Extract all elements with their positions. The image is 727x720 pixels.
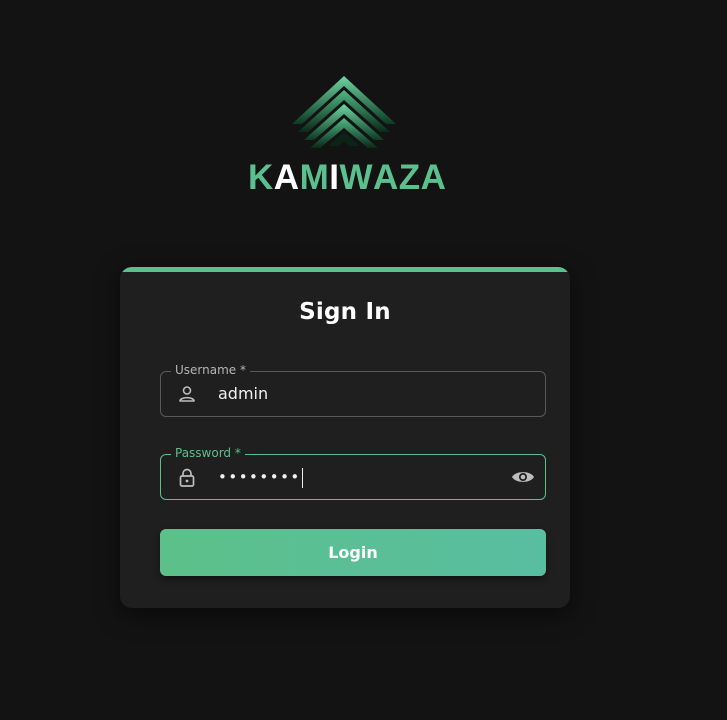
wordmark-letter: I bbox=[329, 158, 340, 197]
login-button[interactable]: Login bbox=[160, 529, 546, 576]
login-page: KAMIWAZA Sign In Username * admin Passwo… bbox=[0, 0, 727, 720]
wordmark-letter: A bbox=[373, 158, 399, 197]
signin-title: Sign In bbox=[299, 299, 391, 325]
person-icon bbox=[179, 386, 195, 402]
password-label: Password * bbox=[171, 445, 245, 461]
signin-card: Sign In Username * admin Password * ••••… bbox=[120, 267, 570, 608]
username-label: Username * bbox=[171, 362, 250, 378]
wordmark-letter: K bbox=[248, 158, 274, 197]
username-value: admin bbox=[218, 384, 269, 403]
wordmark-letter: M bbox=[299, 158, 330, 197]
card-accent-bar bbox=[120, 267, 570, 272]
eye-icon[interactable] bbox=[511, 467, 535, 487]
password-value: •••••••• bbox=[218, 467, 303, 488]
wordmark-letter: A bbox=[420, 158, 447, 197]
lock-icon bbox=[179, 468, 195, 487]
kamiwaza-logo-icon bbox=[292, 76, 396, 148]
wordmark-letter: W bbox=[339, 158, 373, 197]
text-caret bbox=[301, 467, 303, 488]
password-field[interactable]: Password * •••••••• bbox=[160, 445, 546, 500]
kamiwaza-wordmark: KAMIWAZA bbox=[248, 158, 447, 198]
username-field[interactable]: Username * admin bbox=[160, 362, 546, 417]
wordmark-letter: Z bbox=[398, 158, 421, 197]
wordmark-letter: A bbox=[273, 158, 300, 197]
